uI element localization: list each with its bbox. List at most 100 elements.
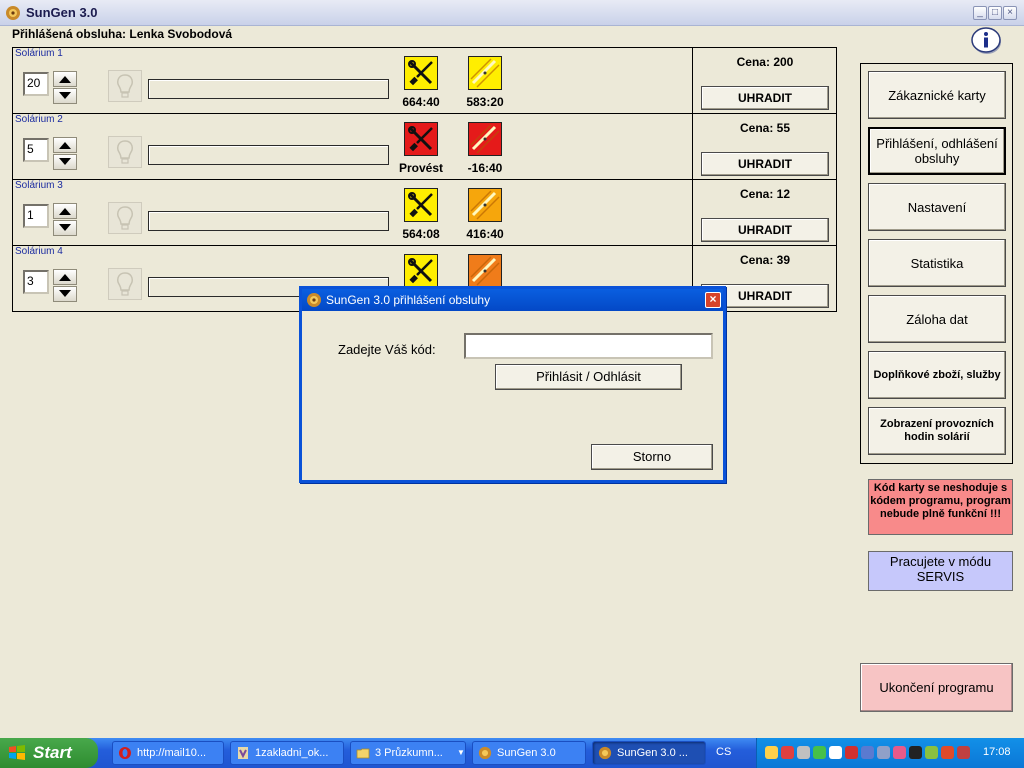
tray-misc-icon[interactable] xyxy=(957,746,970,759)
minutes-up-button[interactable] xyxy=(53,71,77,87)
operator-login-button[interactable]: Přihlášení, odhlášení obsluhy xyxy=(868,127,1006,175)
price-label: Cena: 55 xyxy=(739,121,791,135)
opera-icon xyxy=(119,747,131,759)
minutes-up-button[interactable] xyxy=(53,269,77,285)
tube-status-icon[interactable] xyxy=(468,122,502,156)
bulb-icon xyxy=(117,206,133,230)
tube-status-icon[interactable] xyxy=(468,254,502,288)
maintenance-tool-icon[interactable] xyxy=(404,254,438,288)
statistics-button[interactable]: Statistika xyxy=(868,239,1006,287)
maintenance-hours: 664:40 xyxy=(402,95,440,109)
maximize-button[interactable]: □ xyxy=(988,6,1002,20)
price-cell: Cena: 55 UHRADIT xyxy=(692,114,836,179)
pay-button[interactable]: UHRADIT xyxy=(701,86,829,110)
tray-security-icon[interactable] xyxy=(781,746,794,759)
minutes-input[interactable]: 20 xyxy=(23,72,49,96)
price-label: Cena: 200 xyxy=(736,55,794,69)
taskbar-item-active[interactable]: SunGen 3.0 ... xyxy=(592,741,706,765)
maintenance-tool-icon[interactable] xyxy=(404,188,438,222)
tray-network-icon[interactable] xyxy=(765,746,778,759)
price-label: Cena: 12 xyxy=(739,187,791,201)
extra-goods-button[interactable]: Doplňkové zboží, služby xyxy=(868,351,1006,399)
tray-antivirus-icon[interactable] xyxy=(845,746,858,759)
tray-messenger-icon[interactable] xyxy=(941,746,954,759)
dialog-title-bar: SunGen 3.0 přihlášení obsluhy × xyxy=(302,289,723,311)
info-icon[interactable] xyxy=(970,27,1002,55)
operating-hours-button[interactable]: Zobrazení provozních hodin solárií xyxy=(868,407,1006,455)
taskbar-item-label: 1zakladni_ok... xyxy=(255,747,329,759)
bulb-icon xyxy=(117,74,133,98)
language-indicator[interactable]: CS xyxy=(716,746,731,758)
maintenance-tool-icon[interactable] xyxy=(404,56,438,90)
windows-flag-icon xyxy=(9,745,25,760)
image-icon xyxy=(238,747,248,759)
tray-volume-icon[interactable] xyxy=(877,746,890,759)
price-cell: Cena: 12 UHRADIT xyxy=(692,180,836,245)
taskbar: Start http://mail10... 1zakladni_ok... 3… xyxy=(0,738,1024,768)
solarium-row: Solárium 1 20 664:40 583:20 Cena: 200 UHRADIT xyxy=(13,48,836,114)
start-lamp-button[interactable] xyxy=(108,70,142,102)
session-progress-bar xyxy=(148,211,389,231)
tray-media-icon[interactable] xyxy=(909,746,922,759)
tray-monitor-icon[interactable] xyxy=(829,746,842,759)
arrow-down-icon xyxy=(59,290,71,297)
window-title: SunGen 3.0 xyxy=(26,5,98,20)
tray-display-icon[interactable] xyxy=(861,746,874,759)
arrow-up-icon xyxy=(59,208,71,215)
solarium-name: Solárium 4 xyxy=(15,246,63,257)
minimize-button[interactable]: _ xyxy=(973,6,987,20)
tube-hours: 583:20 xyxy=(466,95,504,109)
clock: 17:08 xyxy=(983,746,1011,758)
session-progress-bar xyxy=(148,145,389,165)
minutes-input[interactable]: 5 xyxy=(23,138,49,162)
taskbar-item[interactable]: http://mail10... xyxy=(112,741,224,765)
maintenance-hours: Provést xyxy=(398,161,444,175)
close-window-button[interactable]: × xyxy=(1003,6,1017,20)
minutes-down-button[interactable] xyxy=(53,220,77,236)
minutes-input[interactable]: 1 xyxy=(23,204,49,228)
minutes-down-button[interactable] xyxy=(53,154,77,170)
solarium-name: Solárium 2 xyxy=(15,114,63,125)
settings-button[interactable]: Nastavení xyxy=(868,183,1006,231)
code-input[interactable] xyxy=(464,333,713,359)
maintenance-tool-icon[interactable] xyxy=(404,122,438,156)
taskbar-item[interactable]: 3 Průzkumn... ▼ xyxy=(350,741,466,765)
pay-button[interactable]: UHRADIT xyxy=(701,218,829,242)
tray-update-icon[interactable] xyxy=(813,746,826,759)
pay-button[interactable]: UHRADIT xyxy=(701,152,829,176)
start-label: Start xyxy=(33,743,72,762)
minutes-down-button[interactable] xyxy=(53,286,77,302)
start-button[interactable]: Start xyxy=(0,738,98,768)
card-mismatch-warning: Kód karty se neshoduje s kódem programu,… xyxy=(868,479,1013,535)
sungen-app-icon xyxy=(6,6,20,20)
sungen-icon xyxy=(598,746,612,760)
tray-device-icon[interactable] xyxy=(797,746,810,759)
start-lamp-button[interactable] xyxy=(108,202,142,234)
code-label: Zadejte Váš kód: xyxy=(338,342,436,357)
tube-status-icon[interactable] xyxy=(468,188,502,222)
sungen-app-icon xyxy=(307,293,321,307)
minutes-down-button[interactable] xyxy=(53,88,77,104)
minutes-input[interactable]: 3 xyxy=(23,270,49,294)
tube-status-icon[interactable] xyxy=(468,56,502,90)
dialog-close-button[interactable]: × xyxy=(705,292,721,308)
login-logout-button[interactable]: Přihlásit / Odhlásit xyxy=(495,364,682,390)
start-lamp-button[interactable] xyxy=(108,268,142,300)
cancel-button[interactable]: Storno xyxy=(591,444,713,470)
start-lamp-button[interactable] xyxy=(108,136,142,168)
tube-hours: -16:40 xyxy=(467,161,503,175)
solarium-name: Solárium 3 xyxy=(15,180,63,191)
tray-power-icon[interactable] xyxy=(925,746,938,759)
taskbar-item[interactable]: 1zakladni_ok... xyxy=(230,741,344,765)
minutes-up-button[interactable] xyxy=(53,203,77,219)
taskbar-item[interactable]: SunGen 3.0 xyxy=(472,741,586,765)
minutes-up-button[interactable] xyxy=(53,137,77,153)
customer-cards-button[interactable]: Zákaznické karty xyxy=(868,71,1006,119)
arrow-up-icon xyxy=(59,142,71,149)
taskbar-item-label: SunGen 3.0 ... xyxy=(617,747,688,759)
solarium-row: Solárium 2 5 Provést -16:40 Cena: 55 UHRADIT xyxy=(13,114,836,180)
taskbar-item-label: 3 Průzkumn... xyxy=(375,747,443,759)
tray-app-icon[interactable] xyxy=(893,746,906,759)
exit-program-button[interactable]: Ukončení programu xyxy=(860,663,1013,712)
data-backup-button[interactable]: Záloha dat xyxy=(868,295,1006,343)
